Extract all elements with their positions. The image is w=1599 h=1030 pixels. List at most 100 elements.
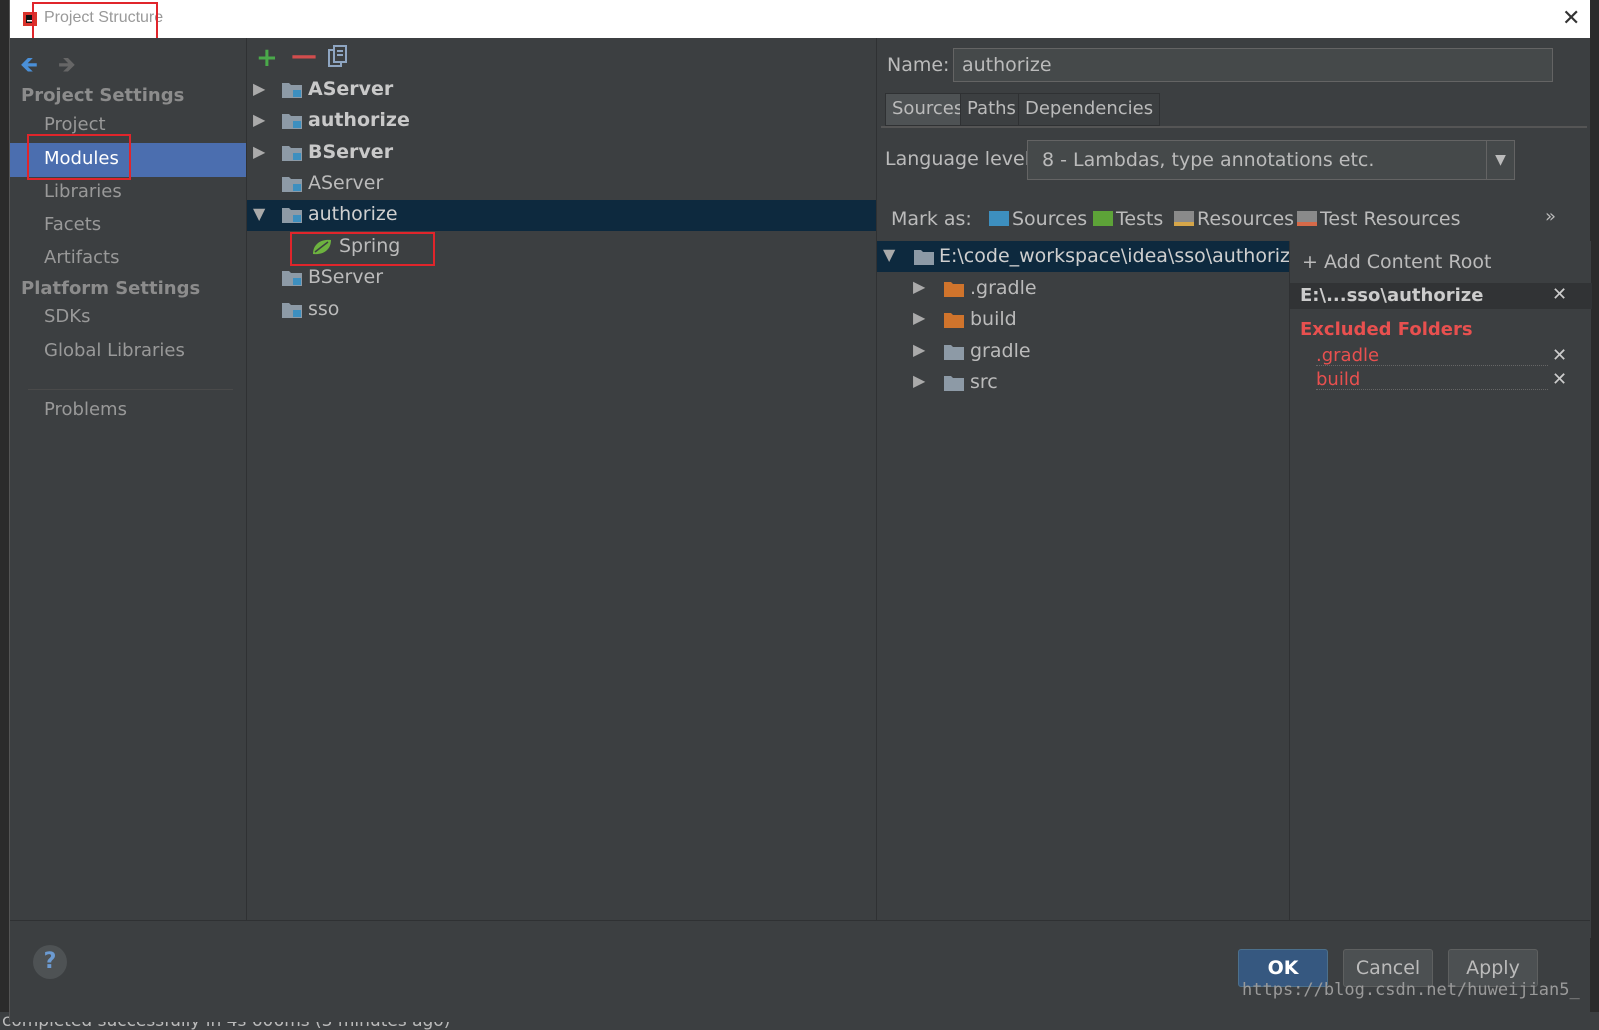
test-resources-folder-icon: [1297, 211, 1317, 226]
excluded-folder-item: build: [1316, 369, 1361, 390]
content-folder-row[interactable]: ▶ build: [877, 304, 1289, 335]
expand-arrow-icon[interactable]: ▶: [913, 371, 925, 390]
tab-dependencies[interactable]: Dependencies: [1018, 93, 1161, 126]
module-label: authorize: [308, 109, 410, 131]
add-content-root-button[interactable]: + Add Content Root: [1302, 251, 1491, 273]
content-root-row[interactable]: ▼ E:\code_workspace\idea\sso\authorize: [877, 241, 1302, 272]
language-level-value: 8 - Lambdas, type annotations etc.: [1042, 149, 1375, 171]
language-level-label: Language level:: [885, 148, 1037, 170]
expand-arrow-icon[interactable]: ▶: [913, 340, 925, 359]
watermark: https://blog.csdn.net/huweijian5_: [1242, 980, 1580, 1000]
mark-as-tests-button[interactable]: Tests: [1093, 208, 1163, 230]
project-structure-dialog: Project Structure ✕ 🡸 🡺 Project Settings…: [9, 0, 1592, 1022]
module-label: sso: [308, 298, 340, 320]
mark-as-sources-button[interactable]: Sources: [989, 208, 1087, 230]
dotted-separator: [1316, 365, 1548, 366]
tree-row-module-selected[interactable]: ▼ authorize: [247, 200, 877, 231]
remove-excluded-close-icon[interactable]: ✕: [1552, 369, 1567, 390]
mark-as-resources-button[interactable]: Resources: [1174, 208, 1294, 230]
folder-label: gradle: [970, 340, 1031, 362]
folder-icon: [944, 376, 964, 391]
folder-label: src: [970, 371, 998, 393]
resources-folder-icon: [1174, 211, 1194, 226]
plus-icon: +: [1302, 251, 1324, 273]
nav-item-facets[interactable]: Facets: [44, 214, 101, 235]
settings-navigation: 🡸 🡺 Project Settings Project Modules Lib…: [10, 38, 246, 938]
dialog-title-bar: Project Structure ✕: [10, 0, 1590, 38]
collapse-arrow-icon[interactable]: ▼: [253, 204, 265, 223]
content-folder-row[interactable]: ▶ src: [877, 367, 1289, 398]
arrow-right-icon[interactable]: 🡺: [58, 48, 76, 86]
tab-sources[interactable]: Sources: [885, 93, 971, 126]
content-folder-row[interactable]: ▶ gradle: [877, 336, 1289, 367]
tree-row-module[interactable]: ▶ AServer: [247, 75, 877, 106]
spring-leaf-icon: [313, 239, 331, 255]
tree-row-module[interactable]: sso: [247, 295, 877, 326]
module-label: BServer: [308, 141, 394, 163]
expand-arrow-icon[interactable]: ▶: [253, 110, 265, 129]
arrow-left-icon[interactable]: 🡸: [20, 48, 38, 86]
nav-item-libraries[interactable]: Libraries: [44, 181, 122, 202]
nav-item-modules[interactable]: Modules: [44, 148, 119, 169]
folder-icon: [944, 345, 964, 360]
excluded-folder-item: .gradle: [1316, 345, 1380, 366]
more-chevron-icon[interactable]: »: [1545, 206, 1556, 227]
content-root-path: E:\code_workspace\idea\sso\authorize: [939, 245, 1302, 267]
language-level-select[interactable]: 8 - Lambdas, type annotations etc. ▼: [1027, 140, 1515, 180]
nav-item-artifacts[interactable]: Artifacts: [44, 247, 119, 268]
nav-item-project[interactable]: Project: [44, 114, 106, 135]
expand-arrow-icon[interactable]: ▶: [913, 277, 925, 296]
remove-icon[interactable]: —: [291, 41, 317, 71]
tree-row-module[interactable]: ▶ authorize: [247, 106, 877, 137]
name-label: Name:: [887, 54, 950, 76]
content-root-short-path: E:\...sso\authorize: [1300, 285, 1484, 306]
expand-arrow-icon[interactable]: ▶: [913, 308, 925, 327]
content-folder-row[interactable]: ▶ .gradle: [877, 273, 1289, 304]
module-label: authorize: [308, 203, 398, 225]
expand-arrow-icon[interactable]: ▶: [253, 79, 265, 98]
collapse-arrow-icon[interactable]: ▼: [883, 245, 895, 264]
remove-root-close-icon[interactable]: ✕: [1552, 284, 1567, 305]
module-folder-icon: [282, 208, 302, 223]
module-folder-icon: [282, 177, 302, 192]
dropdown-arrow-icon[interactable]: ▼: [1486, 141, 1514, 179]
content-root-tree: ▼ E:\code_workspace\idea\sso\authorize ▶…: [877, 241, 1302, 938]
module-detail-panel: Name: Sources Paths Dependencies Languag…: [876, 38, 1592, 938]
tree-row-module[interactable]: BServer: [247, 263, 877, 294]
tree-row-module[interactable]: ▶ BServer: [247, 138, 877, 169]
module-label: BServer: [308, 266, 384, 288]
module-label: AServer: [308, 172, 384, 194]
content-root-side-panel: + Add Content Root E:\...sso\authorize ✕…: [1289, 241, 1592, 938]
nav-item-problems[interactable]: Problems: [44, 399, 127, 420]
copy-icon[interactable]: [327, 45, 349, 69]
module-folder-icon: [282, 303, 302, 318]
excluded-folders-header: Excluded Folders: [1300, 319, 1473, 340]
dialog-title: Project Structure: [44, 9, 164, 26]
module-name-input[interactable]: [953, 48, 1553, 82]
module-folder-icon: [282, 271, 302, 286]
platform-settings-header: Platform Settings: [21, 278, 201, 299]
tab-paths[interactable]: Paths: [960, 93, 1023, 126]
sources-folder-icon: [989, 211, 1009, 226]
nav-item-global-libraries[interactable]: Global Libraries: [44, 340, 185, 361]
facet-label: Spring: [339, 235, 401, 257]
expand-arrow-icon[interactable]: ▶: [253, 142, 265, 161]
tree-row-facet[interactable]: Spring: [247, 232, 877, 263]
nav-item-sdks[interactable]: SDKs: [44, 306, 90, 327]
module-tree-panel: + — ▶ AServer ▶ authorize ▶ BServer ASer…: [246, 38, 877, 938]
add-icon[interactable]: +: [256, 43, 278, 73]
close-icon[interactable]: ✕: [1562, 6, 1580, 31]
mark-as-test-resources-button[interactable]: Test Resources: [1297, 208, 1461, 230]
tree-row-module[interactable]: AServer: [247, 169, 877, 200]
folder-label: build: [970, 308, 1017, 330]
project-settings-header: Project Settings: [21, 85, 185, 106]
background-ide-left: [0, 0, 9, 1030]
module-folder-icon: [282, 83, 302, 98]
remove-excluded-close-icon[interactable]: ✕: [1552, 345, 1567, 366]
nav-divider: [28, 389, 233, 390]
tests-folder-icon: [1093, 211, 1113, 226]
module-folder-icon: [282, 146, 302, 161]
module-label: AServer: [308, 78, 394, 100]
help-icon[interactable]: ?: [33, 945, 67, 979]
folder-label: .gradle: [970, 277, 1037, 299]
